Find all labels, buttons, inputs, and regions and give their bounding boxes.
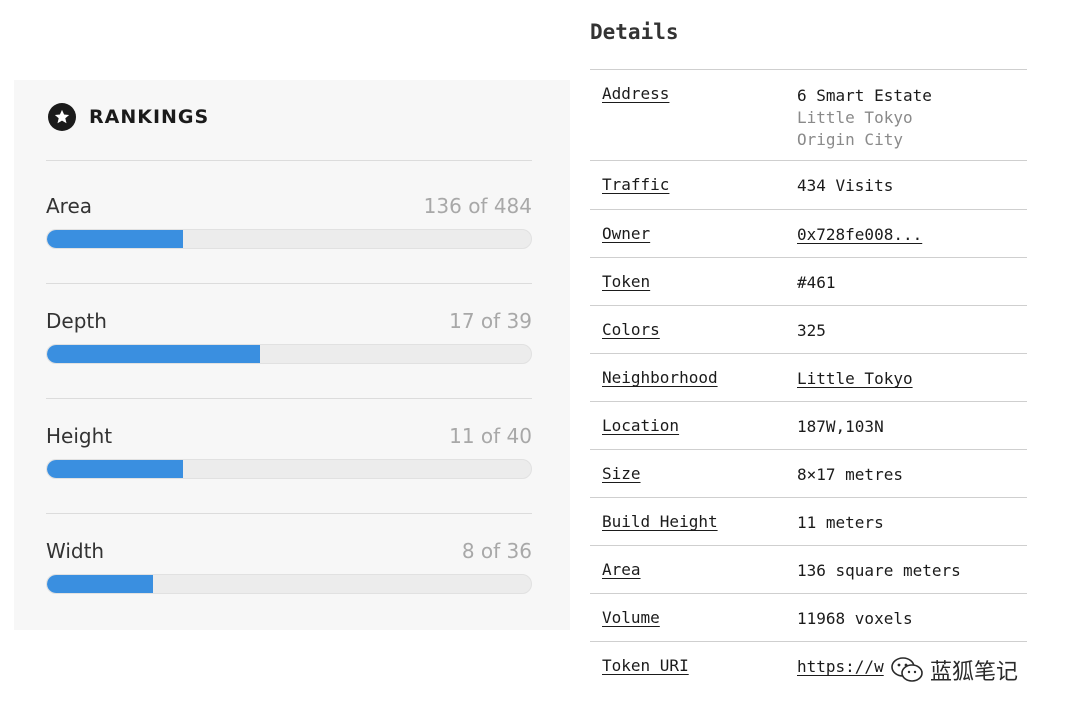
ranking-label: Area	[46, 194, 93, 218]
watermark-text: 蓝狐笔记	[930, 660, 1019, 685]
rankings-panel: RANKINGS Area 136 of 484 Depth 17 of 39 …	[14, 80, 570, 630]
address-line-1: 6 Smart Estate	[797, 86, 932, 105]
ranking-progress-track	[46, 459, 532, 479]
ranking-row-depth: Depth 17 of 39	[46, 309, 532, 369]
details-key-area[interactable]: Area	[602, 560, 641, 579]
rankings-divider	[46, 160, 532, 161]
details-key-address[interactable]: Address	[602, 84, 669, 103]
details-value-traffic: 434 Visits	[797, 176, 894, 195]
ranking-value: 8 of 36	[461, 539, 532, 563]
ranking-value: 17 of 39	[449, 309, 532, 333]
details-value-colors: 325	[797, 321, 826, 340]
details-key-size[interactable]: Size	[602, 464, 641, 483]
ranking-row-width: Width 8 of 36	[46, 539, 532, 599]
ranking-progress-fill	[47, 230, 183, 248]
details-row-location: Location 187W,103N	[590, 402, 1027, 450]
details-key-owner[interactable]: Owner	[602, 224, 650, 243]
address-value: 6 Smart Estate Little Tokyo Origin City	[797, 85, 932, 151]
details-value-token: #461	[797, 273, 836, 292]
ranking-progress-fill	[47, 460, 183, 478]
address-line-3: Origin City	[797, 130, 903, 149]
ranking-label: Height	[46, 424, 113, 448]
details-key-token[interactable]: Token	[602, 272, 650, 291]
ranking-row-height: Height 11 of 40	[46, 424, 532, 484]
details-key-token-uri[interactable]: Token URI	[602, 656, 689, 675]
details-key-traffic[interactable]: Traffic	[602, 175, 669, 194]
details-value-volume: 11968 voxels	[797, 609, 913, 628]
rankings-title: RANKINGS	[89, 106, 210, 128]
ranking-progress-fill	[47, 345, 260, 363]
wechat-icon	[891, 657, 923, 682]
ranking-value: 136 of 484	[423, 194, 532, 218]
details-key-build-height[interactable]: Build Height	[602, 512, 718, 531]
details-key-location[interactable]: Location	[602, 416, 679, 435]
ranking-progress-track	[46, 344, 532, 364]
ranking-label: Width	[46, 539, 105, 563]
owner-address-link[interactable]: 0x728fe008...	[797, 225, 922, 244]
details-title: Details	[590, 20, 679, 44]
details-table: Address 6 Smart Estate Little Tokyo Orig…	[590, 69, 1027, 689]
details-value-area: 136 square meters	[797, 561, 961, 580]
details-row-address: Address 6 Smart Estate Little Tokyo Orig…	[590, 70, 1027, 161]
details-row-neighborhood: Neighborhood Little Tokyo	[590, 354, 1027, 402]
details-row-volume: Volume 11968 voxels	[590, 594, 1027, 642]
ranking-progress-track	[46, 229, 532, 249]
ranking-value: 11 of 40	[449, 424, 532, 448]
details-key-volume[interactable]: Volume	[602, 608, 660, 627]
details-row-build-height: Build Height 11 meters	[590, 498, 1027, 546]
details-key-neighborhood[interactable]: Neighborhood	[602, 368, 718, 387]
ranking-label: Depth	[46, 309, 107, 333]
rankings-header: RANKINGS	[48, 101, 209, 133]
details-row-owner: Owner 0x728fe008...	[590, 210, 1027, 258]
neighborhood-link[interactable]: Little Tokyo	[797, 369, 913, 388]
rankings-divider	[46, 513, 532, 514]
address-line-2: Little Tokyo	[797, 108, 913, 127]
details-row-colors: Colors 325	[590, 306, 1027, 354]
ranking-row-area: Area 136 of 484	[46, 194, 532, 254]
watermark: 蓝狐笔记	[890, 652, 1018, 688]
ranking-progress-fill	[47, 575, 154, 593]
details-value-build-height: 11 meters	[797, 513, 884, 532]
rankings-divider	[46, 283, 532, 284]
details-value-size: 8×17 metres	[797, 465, 903, 484]
star-icon	[48, 103, 76, 131]
details-row-token: Token #461	[590, 258, 1027, 306]
details-row-traffic: Traffic 434 Visits	[590, 161, 1027, 210]
token-uri-link[interactable]: https://w	[797, 657, 884, 676]
rankings-divider	[46, 398, 532, 399]
details-key-colors[interactable]: Colors	[602, 320, 660, 339]
details-row-area: Area 136 square meters	[590, 546, 1027, 594]
details-value-location: 187W,103N	[797, 417, 884, 436]
details-row-size: Size 8×17 metres	[590, 450, 1027, 498]
ranking-progress-track	[46, 574, 532, 594]
